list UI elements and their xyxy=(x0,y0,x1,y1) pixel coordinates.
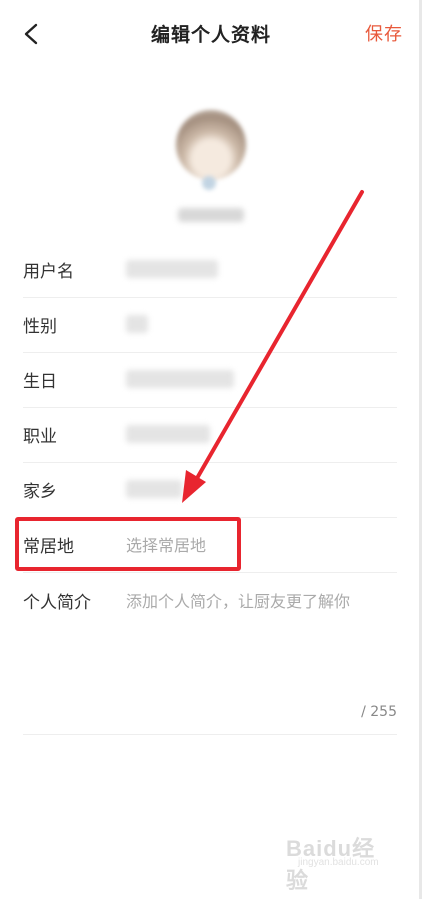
field-value-birthday-blurred xyxy=(126,370,234,388)
avatar-button[interactable] xyxy=(176,110,246,198)
field-row-hometown[interactable]: 家乡 xyxy=(23,462,397,518)
field-row-gender[interactable]: 性别 xyxy=(23,297,397,353)
field-row-username[interactable]: 用户名 xyxy=(23,242,397,298)
field-value-hometown-blurred xyxy=(126,480,182,498)
bio-input[interactable]: 添加个人简介，让厨友更了解你 xyxy=(126,588,350,612)
field-label-bio: 个人简介 xyxy=(23,593,91,613)
avatar-caption-blurred xyxy=(178,208,244,222)
watermark-subtext: jingyan.baidu.com xyxy=(298,857,379,868)
field-value-gender-blurred xyxy=(126,315,148,333)
field-label-username: 用户名 xyxy=(23,262,74,282)
field-row-bio: 个人简介 添加个人简介，让厨友更了解你 / 255 xyxy=(23,572,397,735)
field-value-username-blurred xyxy=(126,260,218,278)
field-row-occupation[interactable]: 职业 xyxy=(23,407,397,463)
page-title: 编辑个人资料 xyxy=(150,24,271,46)
field-label-occupation: 职业 xyxy=(23,427,57,447)
annotation-highlight-box xyxy=(15,517,241,571)
avatar xyxy=(176,110,246,190)
field-row-birthday[interactable]: 生日 xyxy=(23,352,397,408)
field-label-gender: 性别 xyxy=(23,317,57,337)
field-value-occupation-blurred xyxy=(126,425,210,443)
field-label-birthday: 生日 xyxy=(23,372,57,392)
save-button[interactable]: 保存 xyxy=(365,20,403,46)
bio-char-counter: / 255 xyxy=(361,704,397,720)
field-label-hometown: 家乡 xyxy=(23,482,57,502)
top-bar: 编辑个人资料 保存 xyxy=(0,0,422,66)
baidu-watermark: Baidu经验 jingyan.baidu.com xyxy=(286,831,396,893)
